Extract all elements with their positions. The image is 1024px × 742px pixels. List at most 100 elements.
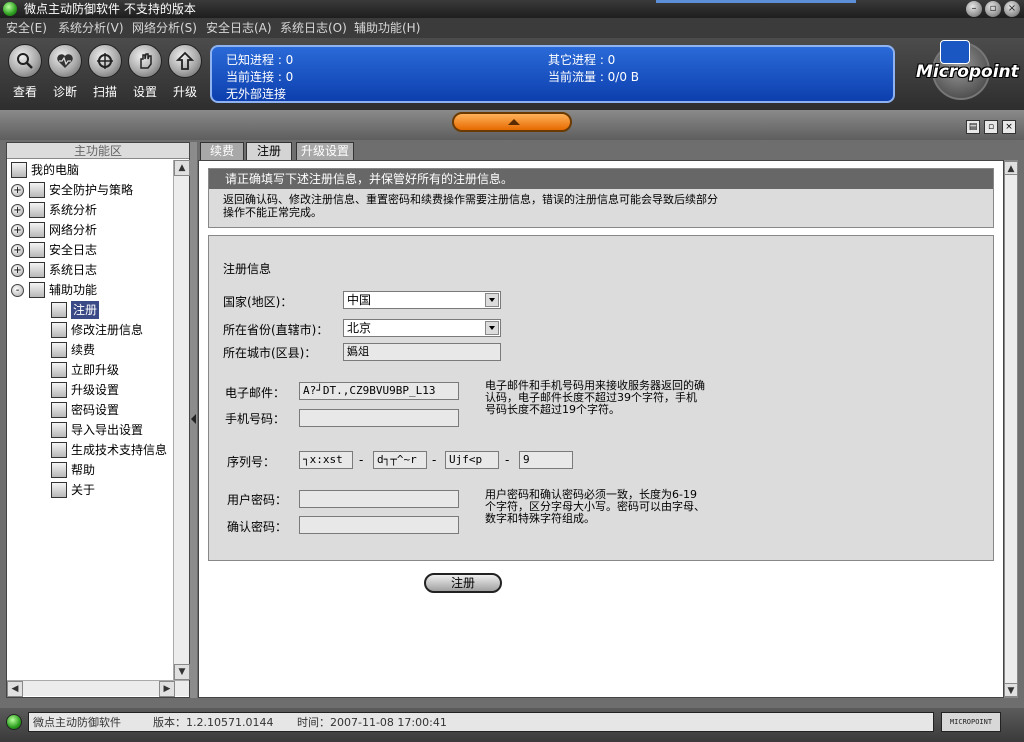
tree-item-label: 修改注册信息 (71, 323, 144, 337)
tree-item-icon (51, 382, 67, 398)
tree-item[interactable]: + 系统分析 (11, 201, 169, 221)
view-button[interactable]: 查看 (6, 44, 44, 100)
tree-item[interactable]: - 辅助功能 (11, 281, 169, 301)
expand-icon[interactable]: + (11, 264, 24, 277)
collapse-toolbar-handle[interactable] (452, 112, 572, 132)
upgrade-button[interactable]: 升级 (166, 44, 204, 100)
scroll-right-icon[interactable]: ▶ (159, 681, 175, 697)
panel-splitter[interactable] (190, 142, 197, 698)
minimize-icon[interactable]: – (966, 1, 982, 17)
tree-item[interactable]: 密码设置 (11, 401, 169, 421)
tree-item-label: 系统分析 (49, 203, 98, 217)
other-processes: 其它进程 : 0 (548, 53, 616, 67)
tree-item-icon (51, 342, 67, 358)
tree-item-label: 辅助功能 (49, 283, 98, 297)
scroll-down-icon[interactable]: ▼ (174, 664, 190, 680)
tree-item[interactable]: + 安全防护与策略 (11, 181, 169, 201)
menu-system-analysis[interactable]: 系统分析(V) (58, 18, 124, 38)
tree-item-label: 系统日志 (49, 263, 98, 277)
scroll-left-icon[interactable]: ◀ (7, 681, 23, 697)
notice-header: 请正确填写下述注册信息，并保管好所有的注册信息。 (209, 169, 993, 189)
hand-icon (128, 44, 162, 78)
notice-box: 请正确填写下述注册信息，并保管好所有的注册信息。 返回确认码、修改注册信息、重置… (208, 168, 994, 228)
tree-item[interactable]: 升级设置 (11, 381, 169, 401)
city-field[interactable]: 嬀俎 (343, 343, 501, 361)
serial-field-1[interactable]: ┐x:xst (299, 451, 353, 469)
country-value: 中国 (347, 293, 372, 307)
status-bar: 微点主动防御软件 版本：1.2.10571.0144 时间：2007-11-08… (0, 708, 1024, 742)
tab-renew[interactable]: 续费 (200, 142, 244, 160)
tree-item-label: 安全日志 (49, 243, 98, 257)
tile-view-icon[interactable]: ▤ (966, 120, 980, 134)
tree-item-label: 升级设置 (71, 383, 120, 397)
menu-network-analysis[interactable]: 网络分析(S) (132, 18, 197, 38)
close-panel-icon[interactable]: × (1002, 120, 1016, 134)
expand-icon[interactable]: + (11, 244, 24, 257)
expand-icon[interactable]: + (11, 224, 24, 237)
menu-security-log[interactable]: 安全日志(A) (206, 18, 272, 38)
tree-item[interactable]: 修改注册信息 (11, 321, 169, 341)
content-vertical-scrollbar[interactable]: ▲ ▼ (1004, 160, 1018, 698)
password-label: 用户密码： (227, 493, 288, 507)
status-app-name: 微点主动防御软件 (33, 716, 121, 729)
settings-button[interactable]: 设置 (126, 44, 164, 100)
tree-item[interactable]: + 网络分析 (11, 221, 169, 241)
logo-bird-icon (940, 40, 970, 64)
contact-hint: 电子邮件和手机号码用来接收服务器返回的确认码，电子邮件长度不超过39个字符，手机… (485, 379, 705, 416)
country-label: 国家(地区)： (223, 295, 293, 309)
tab-register[interactable]: 注册 (246, 142, 292, 160)
country-select[interactable]: 中国 (343, 291, 501, 309)
tree-item[interactable]: 关于 (11, 481, 169, 501)
tree-item[interactable]: + 安全日志 (11, 241, 169, 261)
tree-item-icon (51, 322, 67, 338)
tree-item-label: 我的电脑 (31, 163, 80, 177)
province-select[interactable]: 北京 (343, 319, 501, 337)
diagnose-button[interactable]: 诊断 (46, 44, 84, 100)
tree-item[interactable]: 生成技术支持信息 (11, 441, 169, 461)
tree-item[interactable]: 续费 (11, 341, 169, 361)
tree-item[interactable]: 我的电脑 (11, 161, 169, 181)
close-icon[interactable]: × (1004, 1, 1020, 17)
expand-icon[interactable]: + (11, 184, 24, 197)
tree-item[interactable]: 立即升级 (11, 361, 169, 381)
restore-icon[interactable]: ▫ (985, 1, 1001, 17)
tree-vertical-scrollbar[interactable]: ▲ ▼ (173, 160, 190, 680)
register-button[interactable]: 注册 (424, 573, 502, 593)
tree-horizontal-scrollbar[interactable]: ◀ ▶ (7, 680, 189, 697)
tree-item[interactable]: 帮助 (11, 461, 169, 481)
scroll-up-icon[interactable]: ▲ (174, 160, 190, 176)
email-label: 电子邮件： (225, 386, 286, 400)
email-field[interactable]: A?┘DT.,CZ9BVU9BP_L13 (299, 382, 459, 400)
content-scroll-down-icon[interactable]: ▼ (1004, 683, 1018, 697)
status-led-icon (6, 714, 22, 730)
tree-item-icon (29, 242, 45, 258)
password-field[interactable] (299, 490, 459, 508)
tree-item-label: 关于 (71, 483, 96, 497)
chevron-down-icon[interactable] (485, 321, 499, 335)
tab-upgrade-settings[interactable]: 升级设置 (296, 142, 354, 160)
confirm-password-field[interactable] (299, 516, 459, 534)
menu-system-log[interactable]: 系统日志(O) (280, 18, 347, 38)
city-label: 所在城市(区县)： (223, 346, 317, 360)
phone-field[interactable] (299, 409, 459, 427)
expand-icon[interactable]: + (11, 204, 24, 217)
chevron-down-icon[interactable] (485, 293, 499, 307)
content-scroll-up-icon[interactable]: ▲ (1004, 161, 1018, 175)
tree-item[interactable]: 导入导出设置 (11, 421, 169, 441)
restore-panel-icon[interactable]: ▫ (984, 120, 998, 134)
collapse-icon[interactable]: - (11, 284, 24, 297)
serial-field-3[interactable]: Ujf<p (445, 451, 499, 469)
menu-security[interactable]: 安全(E) (6, 18, 47, 38)
magnifier-icon (8, 44, 42, 78)
panel-header: 主功能区 (7, 143, 189, 159)
serial-field-4[interactable]: 9 (519, 451, 573, 469)
scan-button[interactable]: 扫描 (86, 44, 124, 100)
province-label: 所在省份(直辖市)： (223, 323, 329, 337)
status-field: 微点主动防御软件 版本：1.2.10571.0144 时间：2007-11-08… (28, 712, 934, 732)
tree-item[interactable]: 注册 (11, 301, 169, 321)
tree-item[interactable]: + 系统日志 (11, 261, 169, 281)
menu-tools[interactable]: 辅助功能(H) (354, 18, 420, 38)
upgrade-label: 升级 (172, 85, 197, 99)
tree-item-label: 网络分析 (49, 223, 98, 237)
serial-field-2[interactable]: d┐┬^~r (373, 451, 427, 469)
